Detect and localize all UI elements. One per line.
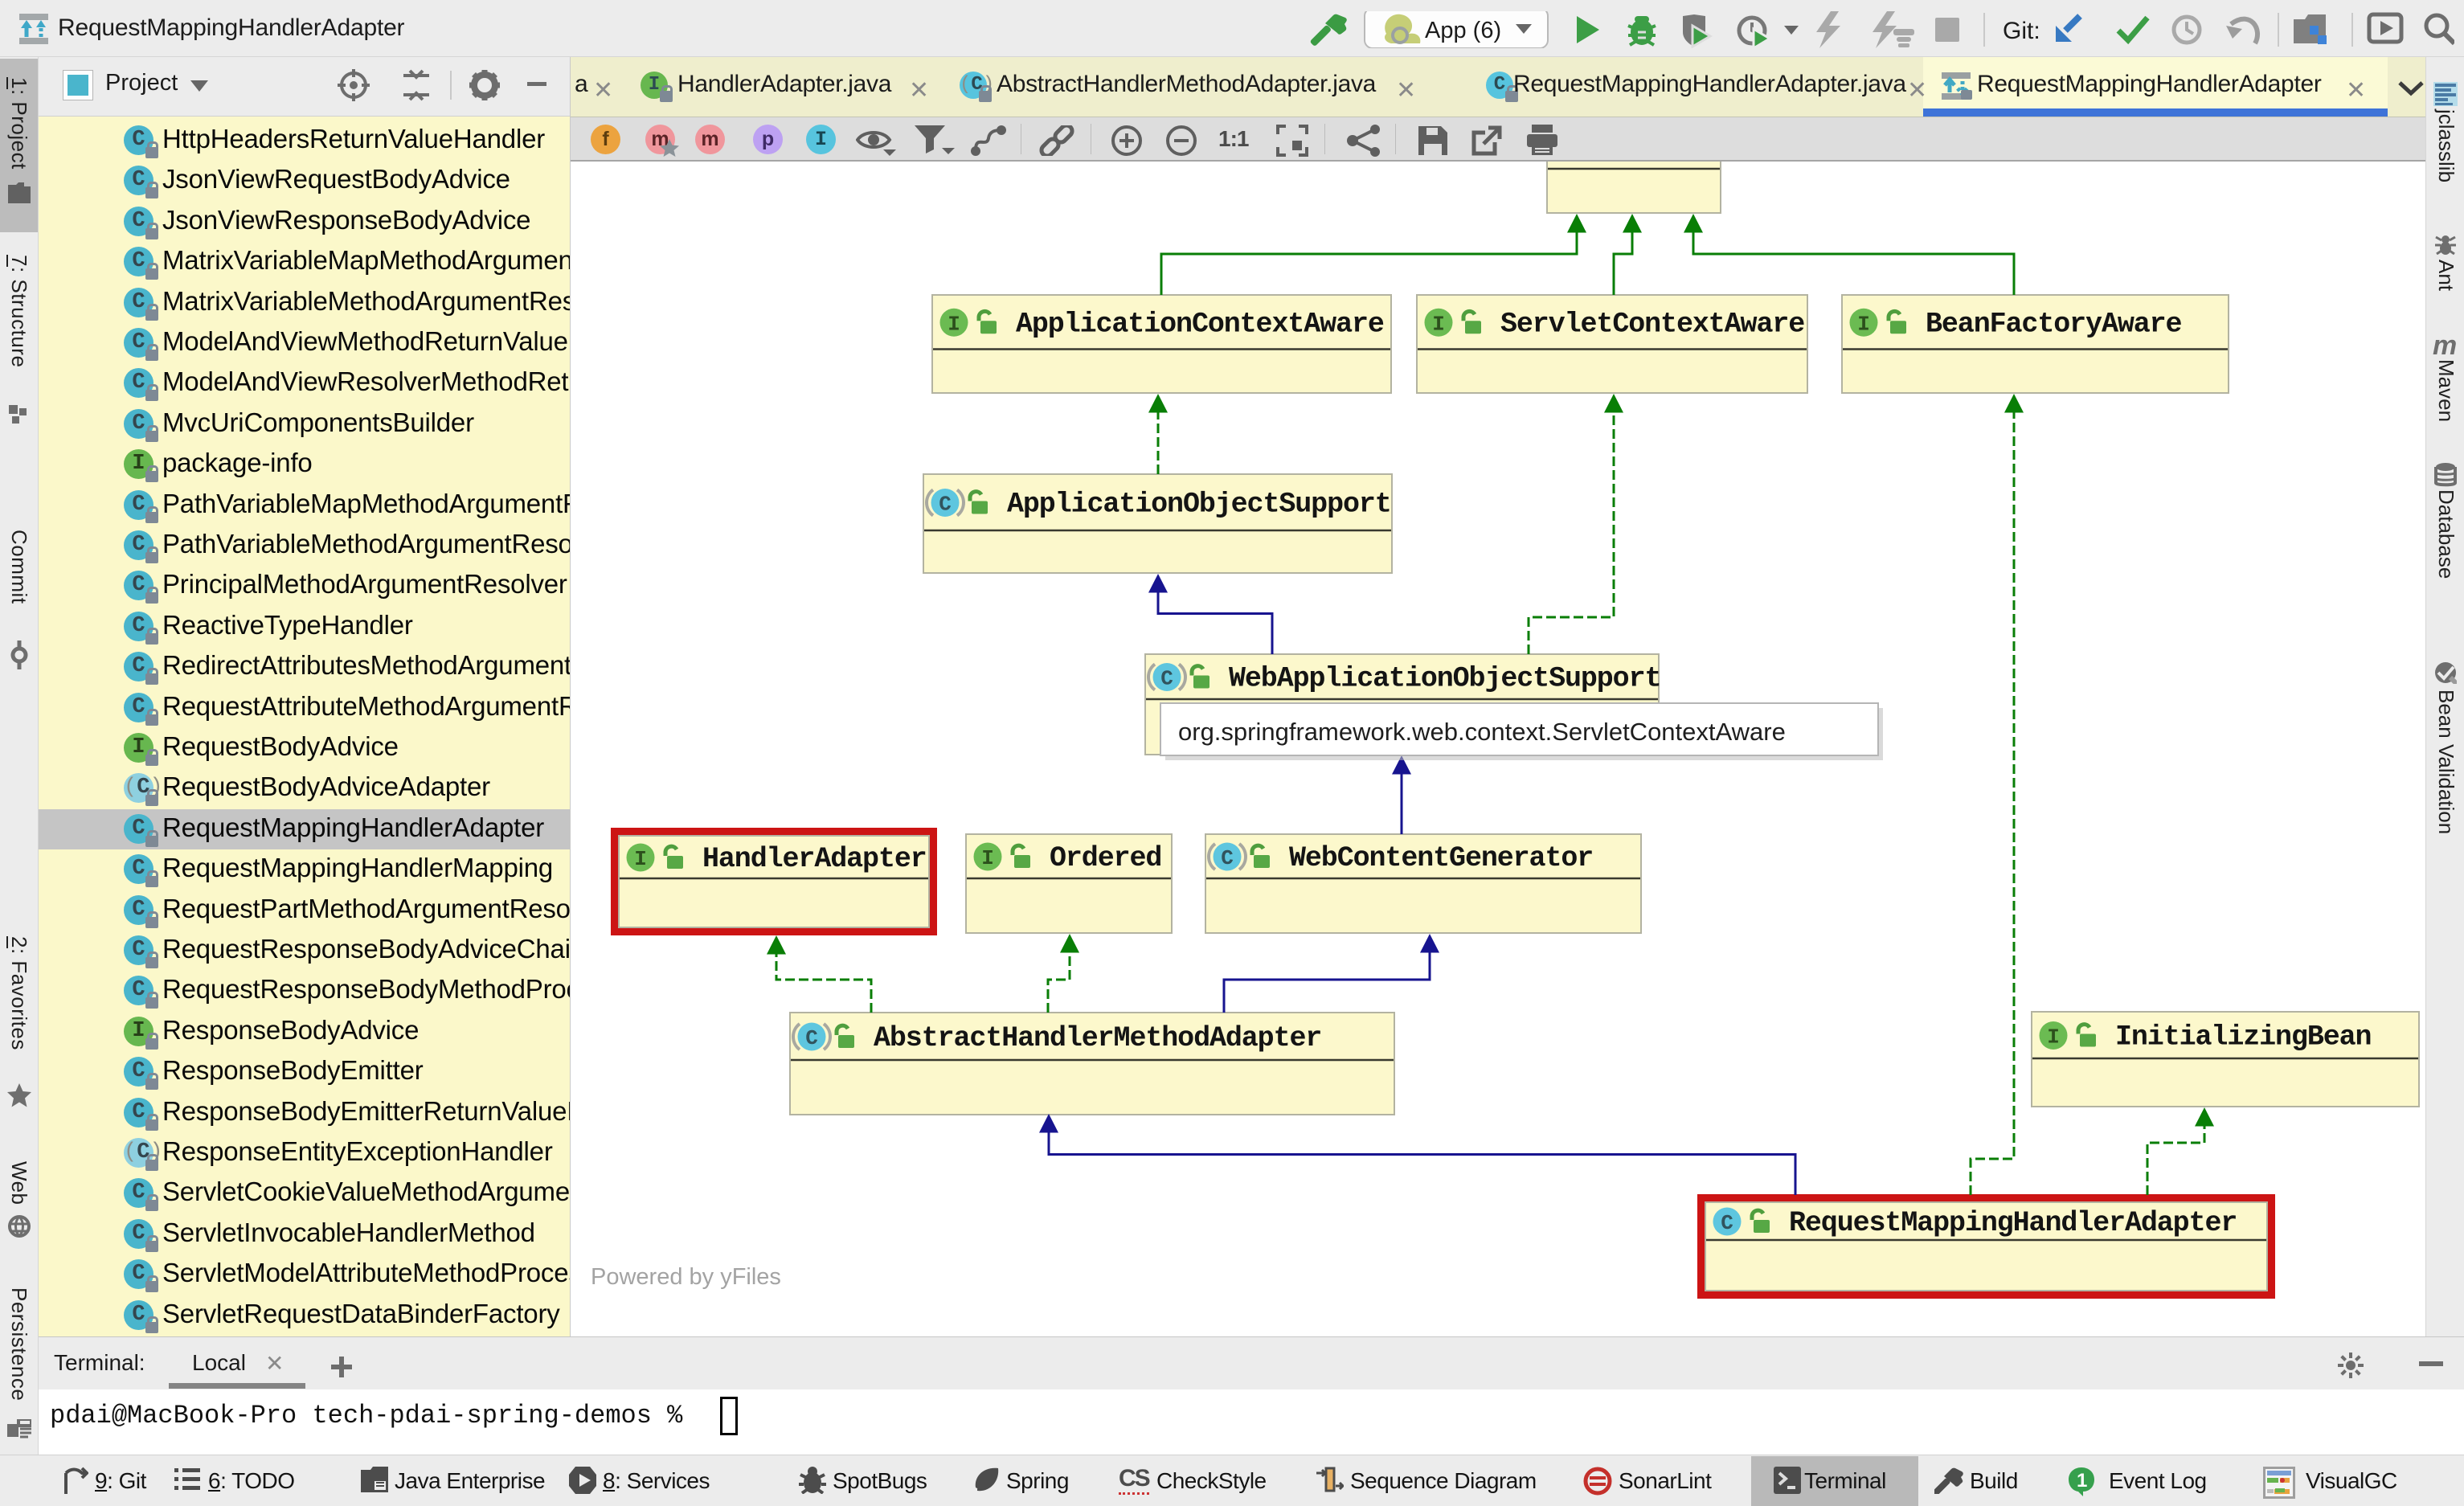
svg-text:C: C bbox=[939, 493, 952, 517]
svg-text:1: 1 bbox=[2077, 1470, 2087, 1492]
svg-text:WebContentGenerator: WebContentGenerator bbox=[1289, 842, 1593, 874]
svg-text:HandlerAdapter: HandlerAdapter bbox=[702, 843, 927, 875]
svg-text:Git:: Git: bbox=[2003, 18, 2040, 44]
svg-text:org.springframework.web.contex: org.springframework.web.context.ServletC… bbox=[1178, 718, 1786, 746]
svg-text:C: C bbox=[1721, 1211, 1733, 1235]
svg-text:I: I bbox=[981, 846, 994, 870]
svg-text:ServletContextAware: ServletContextAware bbox=[1500, 308, 1804, 340]
svg-text:ApplicationContextAware: ApplicationContextAware bbox=[1016, 308, 1384, 340]
svg-text:Ordered: Ordered bbox=[1050, 842, 1161, 874]
svg-text:C: C bbox=[1221, 846, 1234, 870]
svg-text:WebApplicationObjectSupport: WebApplicationObjectSupport bbox=[1229, 663, 1660, 695]
svg-text:BeanFactoryAware: BeanFactoryAware bbox=[1926, 308, 2182, 340]
svg-text:App (6): App (6) bbox=[1425, 18, 1501, 43]
svg-text:InitializingBean: InitializingBean bbox=[2115, 1021, 2371, 1054]
svg-text:RequestMappingHandlerAdapter: RequestMappingHandlerAdapter bbox=[1789, 1207, 2237, 1239]
svg-text:I: I bbox=[2047, 1025, 2060, 1050]
svg-text:I: I bbox=[1432, 312, 1445, 336]
svg-text:C: C bbox=[1160, 667, 1173, 691]
svg-text:I: I bbox=[948, 312, 960, 336]
svg-text:ApplicationObjectSupport: ApplicationObjectSupport bbox=[1007, 489, 1391, 521]
svg-text:I: I bbox=[634, 847, 647, 871]
svg-text:C: C bbox=[805, 1026, 818, 1050]
svg-text:AbstractHandlerMethodAdapter: AbstractHandlerMethodAdapter bbox=[874, 1022, 1321, 1054]
svg-text:I: I bbox=[1857, 312, 1870, 336]
